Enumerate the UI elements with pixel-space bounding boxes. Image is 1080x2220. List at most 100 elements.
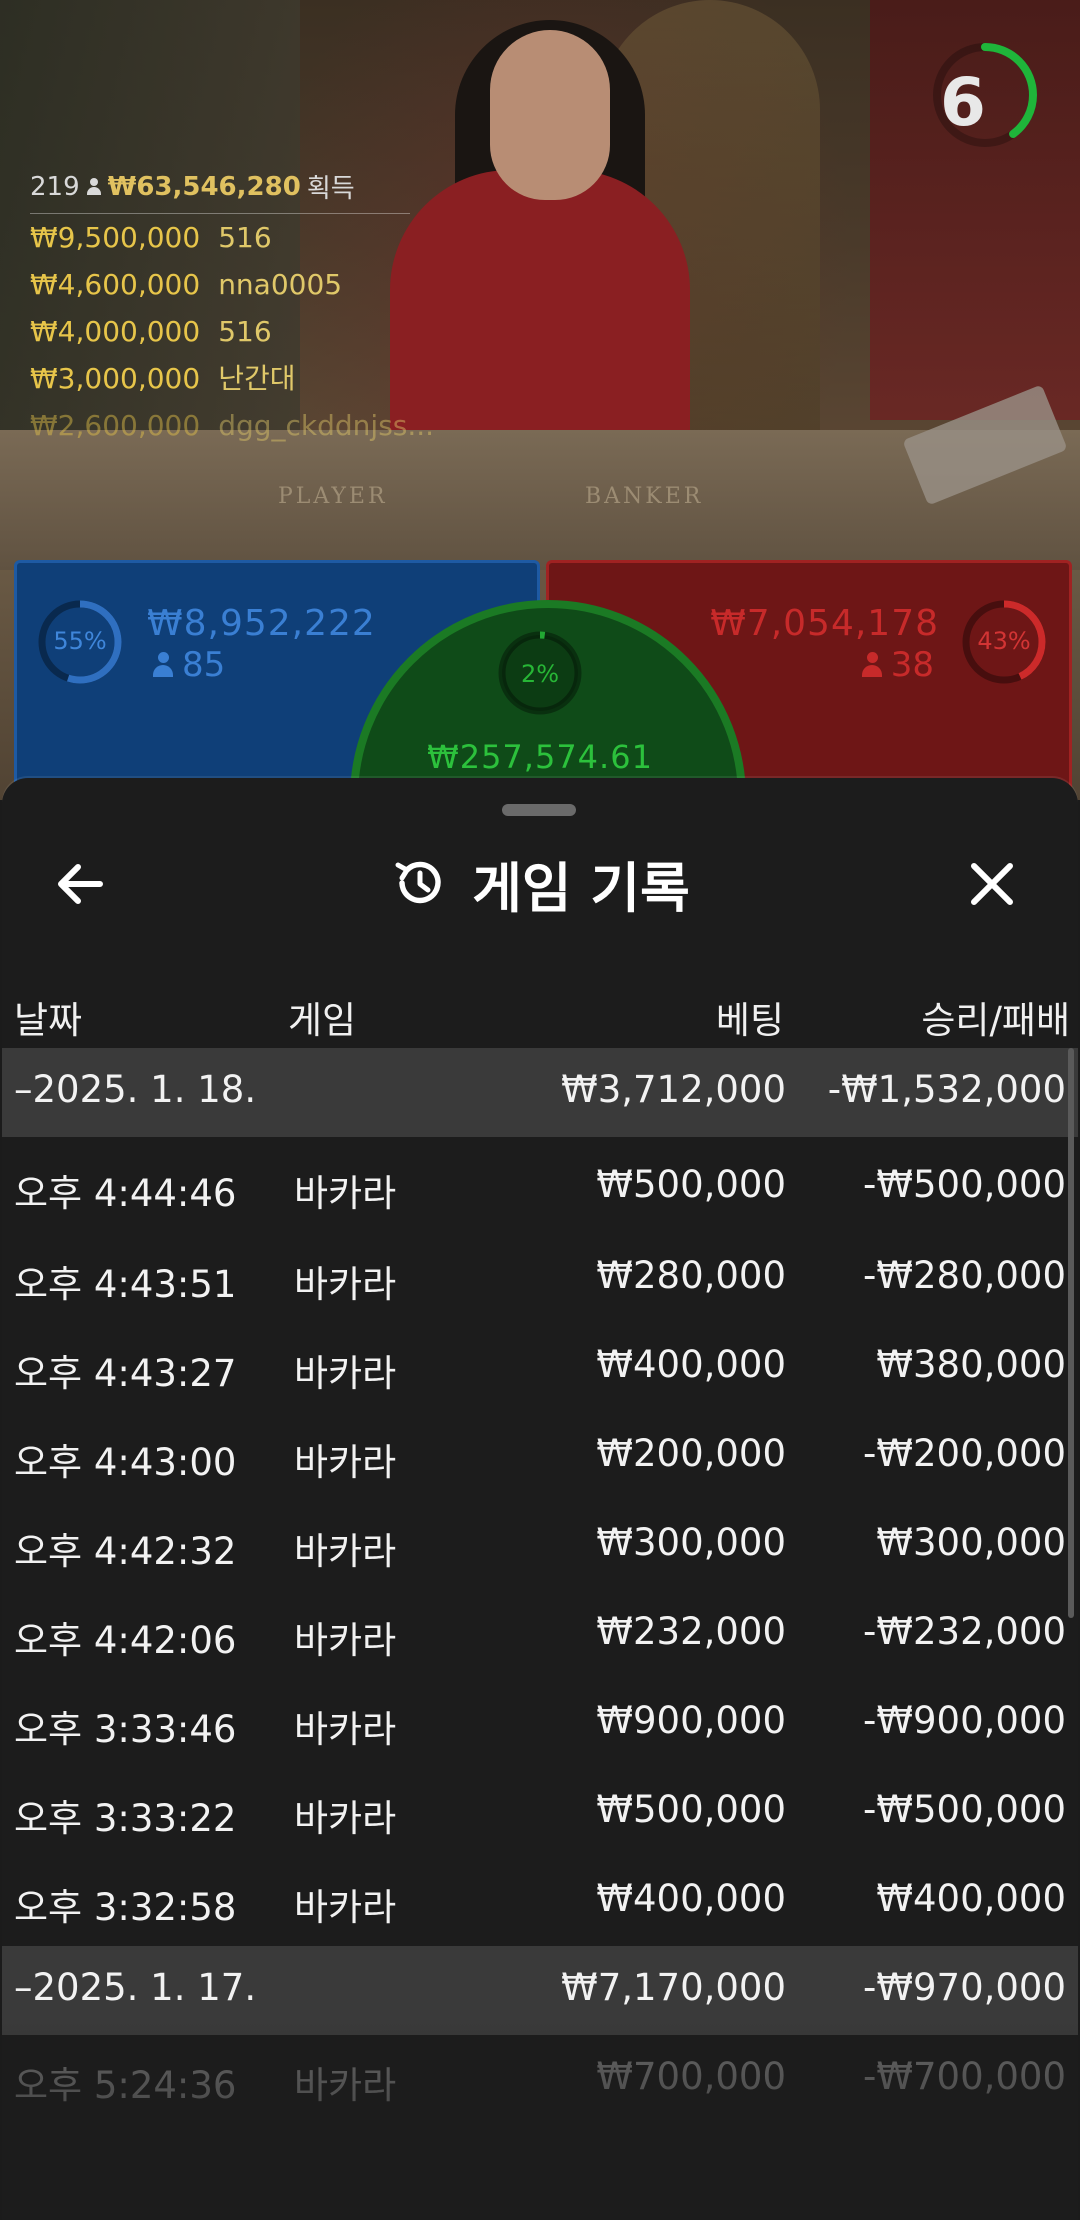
person-icon	[861, 652, 883, 678]
close-icon[interactable]	[952, 844, 1032, 924]
cell-date: 오후 4:44:46	[14, 1172, 237, 1215]
cell-date: –2025. 1. 18.	[14, 1068, 257, 1111]
winner-count: 219	[30, 171, 80, 202]
cell-game: 바카라	[294, 1172, 397, 1215]
cell-bet: ₩232,000	[596, 1610, 786, 1653]
winner-amount: ₩4,600,000	[30, 268, 201, 301]
scrollbar[interactable]	[1068, 1048, 1074, 1618]
winner-name: 난간대	[218, 362, 296, 395]
table-row: 오후 4:44:46 바카라 ₩500,000 -₩500,000	[2, 1137, 1078, 1234]
cell-result: -₩500,000	[863, 1788, 1066, 1831]
cell-game: 바카라	[294, 1708, 397, 1751]
page-title: 게임 기록	[472, 856, 690, 920]
leaderboard-row: ₩2,600,000 dgg_ckddnjss...	[30, 402, 434, 449]
cell-bet: ₩700,000	[596, 2055, 786, 2098]
history-table-body: –2025. 1. 18. ₩3,712,000 -₩1,532,000 오후 4:4…	[2, 1048, 1078, 2124]
winner-name: nna0005	[218, 268, 343, 301]
tie-percent: 2%	[520, 660, 560, 688]
sheet-drag-handle[interactable]	[502, 804, 576, 816]
table-row: 오후 4:43:51 바카라 ₩280,000 -₩280,000	[2, 1234, 1078, 1323]
winner-name: dgg_ckddnjss...	[218, 409, 435, 442]
cell-game: 바카라	[294, 1619, 397, 1662]
player-count-value: 85	[182, 645, 226, 685]
date-group-row[interactable]: –2025. 1. 17. ₩7,170,000 -₩970,000	[2, 1946, 1078, 2035]
winner-name: 516	[218, 221, 272, 254]
table-row: 오후 4:43:27 바카라 ₩400,000 ₩380,000	[2, 1323, 1078, 1412]
cell-result: ₩400,000	[876, 1877, 1066, 1920]
game-history-sheet: 게임 기록 날짜 게임 베팅 승리/패배 –2025. 1. 18. ₩3,712…	[2, 778, 1078, 2220]
live-video-stream: PLAYER BANKER 6 219 ₩63,546,280 획득 ₩9,50…	[0, 0, 1080, 800]
column-header-game: 게임	[288, 999, 357, 1042]
cell-bet: ₩3,712,000	[561, 1068, 786, 1111]
cell-bet: ₩300,000	[596, 1521, 786, 1564]
column-header-bet: 베팅	[715, 999, 784, 1042]
cell-game: 바카라	[294, 1886, 397, 1929]
cell-bet: ₩400,000	[596, 1343, 786, 1386]
table-row: 오후 4:42:32 바카라 ₩300,000 ₩300,000	[2, 1501, 1078, 1590]
dealer-head	[490, 30, 610, 200]
cell-game: 바카라	[294, 1797, 397, 1840]
table-row: 오후 3:33:22 바카라 ₩500,000 -₩500,000	[2, 1768, 1078, 1857]
leaderboard-summary: 219 ₩63,546,280 획득	[30, 168, 410, 214]
cell-bet: ₩7,170,000	[561, 1966, 786, 2009]
winner-amount: ₩4,000,000	[30, 315, 201, 348]
cell-result: -₩280,000	[863, 1254, 1066, 1297]
winner-amount: ₩9,500,000	[30, 221, 201, 254]
person-icon	[152, 652, 174, 678]
banker-count-value: 38	[890, 645, 934, 685]
cell-date: 오후 5:24:36	[14, 2064, 237, 2107]
cell-date: 오후 4:43:00	[14, 1441, 237, 1484]
cell-bet: ₩280,000	[596, 1254, 786, 1297]
cell-result: -₩900,000	[863, 1699, 1066, 1742]
table-label-banker: BANKER	[585, 484, 704, 509]
countdown-number: 6	[940, 64, 986, 141]
cell-result: -₩700,000	[863, 2055, 1066, 2098]
cell-date: 오후 3:33:46	[14, 1708, 237, 1751]
cell-date: 오후 4:42:32	[14, 1530, 237, 1573]
cell-bet: ₩500,000	[596, 1788, 786, 1831]
cell-date: 오후 4:43:27	[14, 1352, 237, 1395]
cell-date: 오후 3:32:58	[14, 1886, 237, 1929]
cell-date: 오후 4:42:06	[14, 1619, 237, 1662]
total-winnings-suffix: 획득	[306, 174, 355, 204]
leaderboard-row: ₩3,000,000 난간대	[30, 355, 410, 402]
cell-bet: ₩500,000	[596, 1163, 786, 1206]
player-percent: 55%	[53, 627, 107, 655]
player-bettor-count: 85	[152, 645, 225, 685]
dealer-figure	[390, 170, 690, 470]
cell-result: -₩970,000	[863, 1966, 1066, 2009]
banker-percent: 43%	[977, 627, 1031, 655]
cell-date: 오후 3:33:22	[14, 1797, 237, 1840]
tie-bet-amount: ₩257,574.61	[427, 738, 653, 776]
cell-result: -₩232,000	[863, 1610, 1066, 1653]
cell-bet: ₩900,000	[596, 1699, 786, 1742]
cell-game: 바카라	[294, 1352, 397, 1395]
table-header: 날짜 게임 베팅 승리/패배	[2, 968, 1078, 1052]
history-icon	[395, 861, 441, 904]
column-header-date: 날짜	[14, 999, 83, 1042]
cell-result: ₩380,000	[876, 1343, 1066, 1386]
cell-result: ₩300,000	[876, 1521, 1066, 1564]
cell-bet: ₩400,000	[596, 1877, 786, 1920]
cell-result: -₩1,532,000	[827, 1068, 1066, 1111]
table-row: 오후 3:32:58 바카라 ₩400,000 ₩400,000	[2, 1857, 1078, 1946]
person-icon	[86, 177, 102, 196]
cell-result: -₩200,000	[863, 1432, 1066, 1475]
banker-bet-amount: ₩7,054,178	[710, 603, 939, 644]
leaderboard-row: ₩9,500,000 516	[30, 214, 410, 261]
cell-game: 바카라	[294, 1530, 397, 1573]
table-row: 오후 3:33:46 바카라 ₩900,000 -₩900,000	[2, 1679, 1078, 1768]
column-header-result: 승리/패배	[921, 999, 1070, 1042]
player-bet-amount: ₩8,952,222	[147, 603, 376, 644]
cell-date: –2025. 1. 17.	[14, 1966, 257, 2009]
banker-bettor-count: 38	[861, 645, 934, 685]
table-row: 오후 4:42:06 바카라 ₩232,000 -₩232,000	[2, 1590, 1078, 1679]
cell-bet: ₩200,000	[596, 1432, 786, 1475]
winner-name: 516	[218, 315, 272, 348]
winner-amount: ₩3,000,000	[30, 362, 201, 395]
table-row: 오후 4:43:00 바카라 ₩200,000 -₩200,000	[2, 1412, 1078, 1501]
date-group-row[interactable]: –2025. 1. 18. ₩3,712,000 -₩1,532,000	[2, 1048, 1078, 1137]
leaderboard-row: ₩4,600,000 nna0005	[30, 261, 410, 308]
leaderboard-row: ₩4,000,000 516	[30, 308, 410, 355]
table-label-player: PLAYER	[278, 484, 388, 509]
